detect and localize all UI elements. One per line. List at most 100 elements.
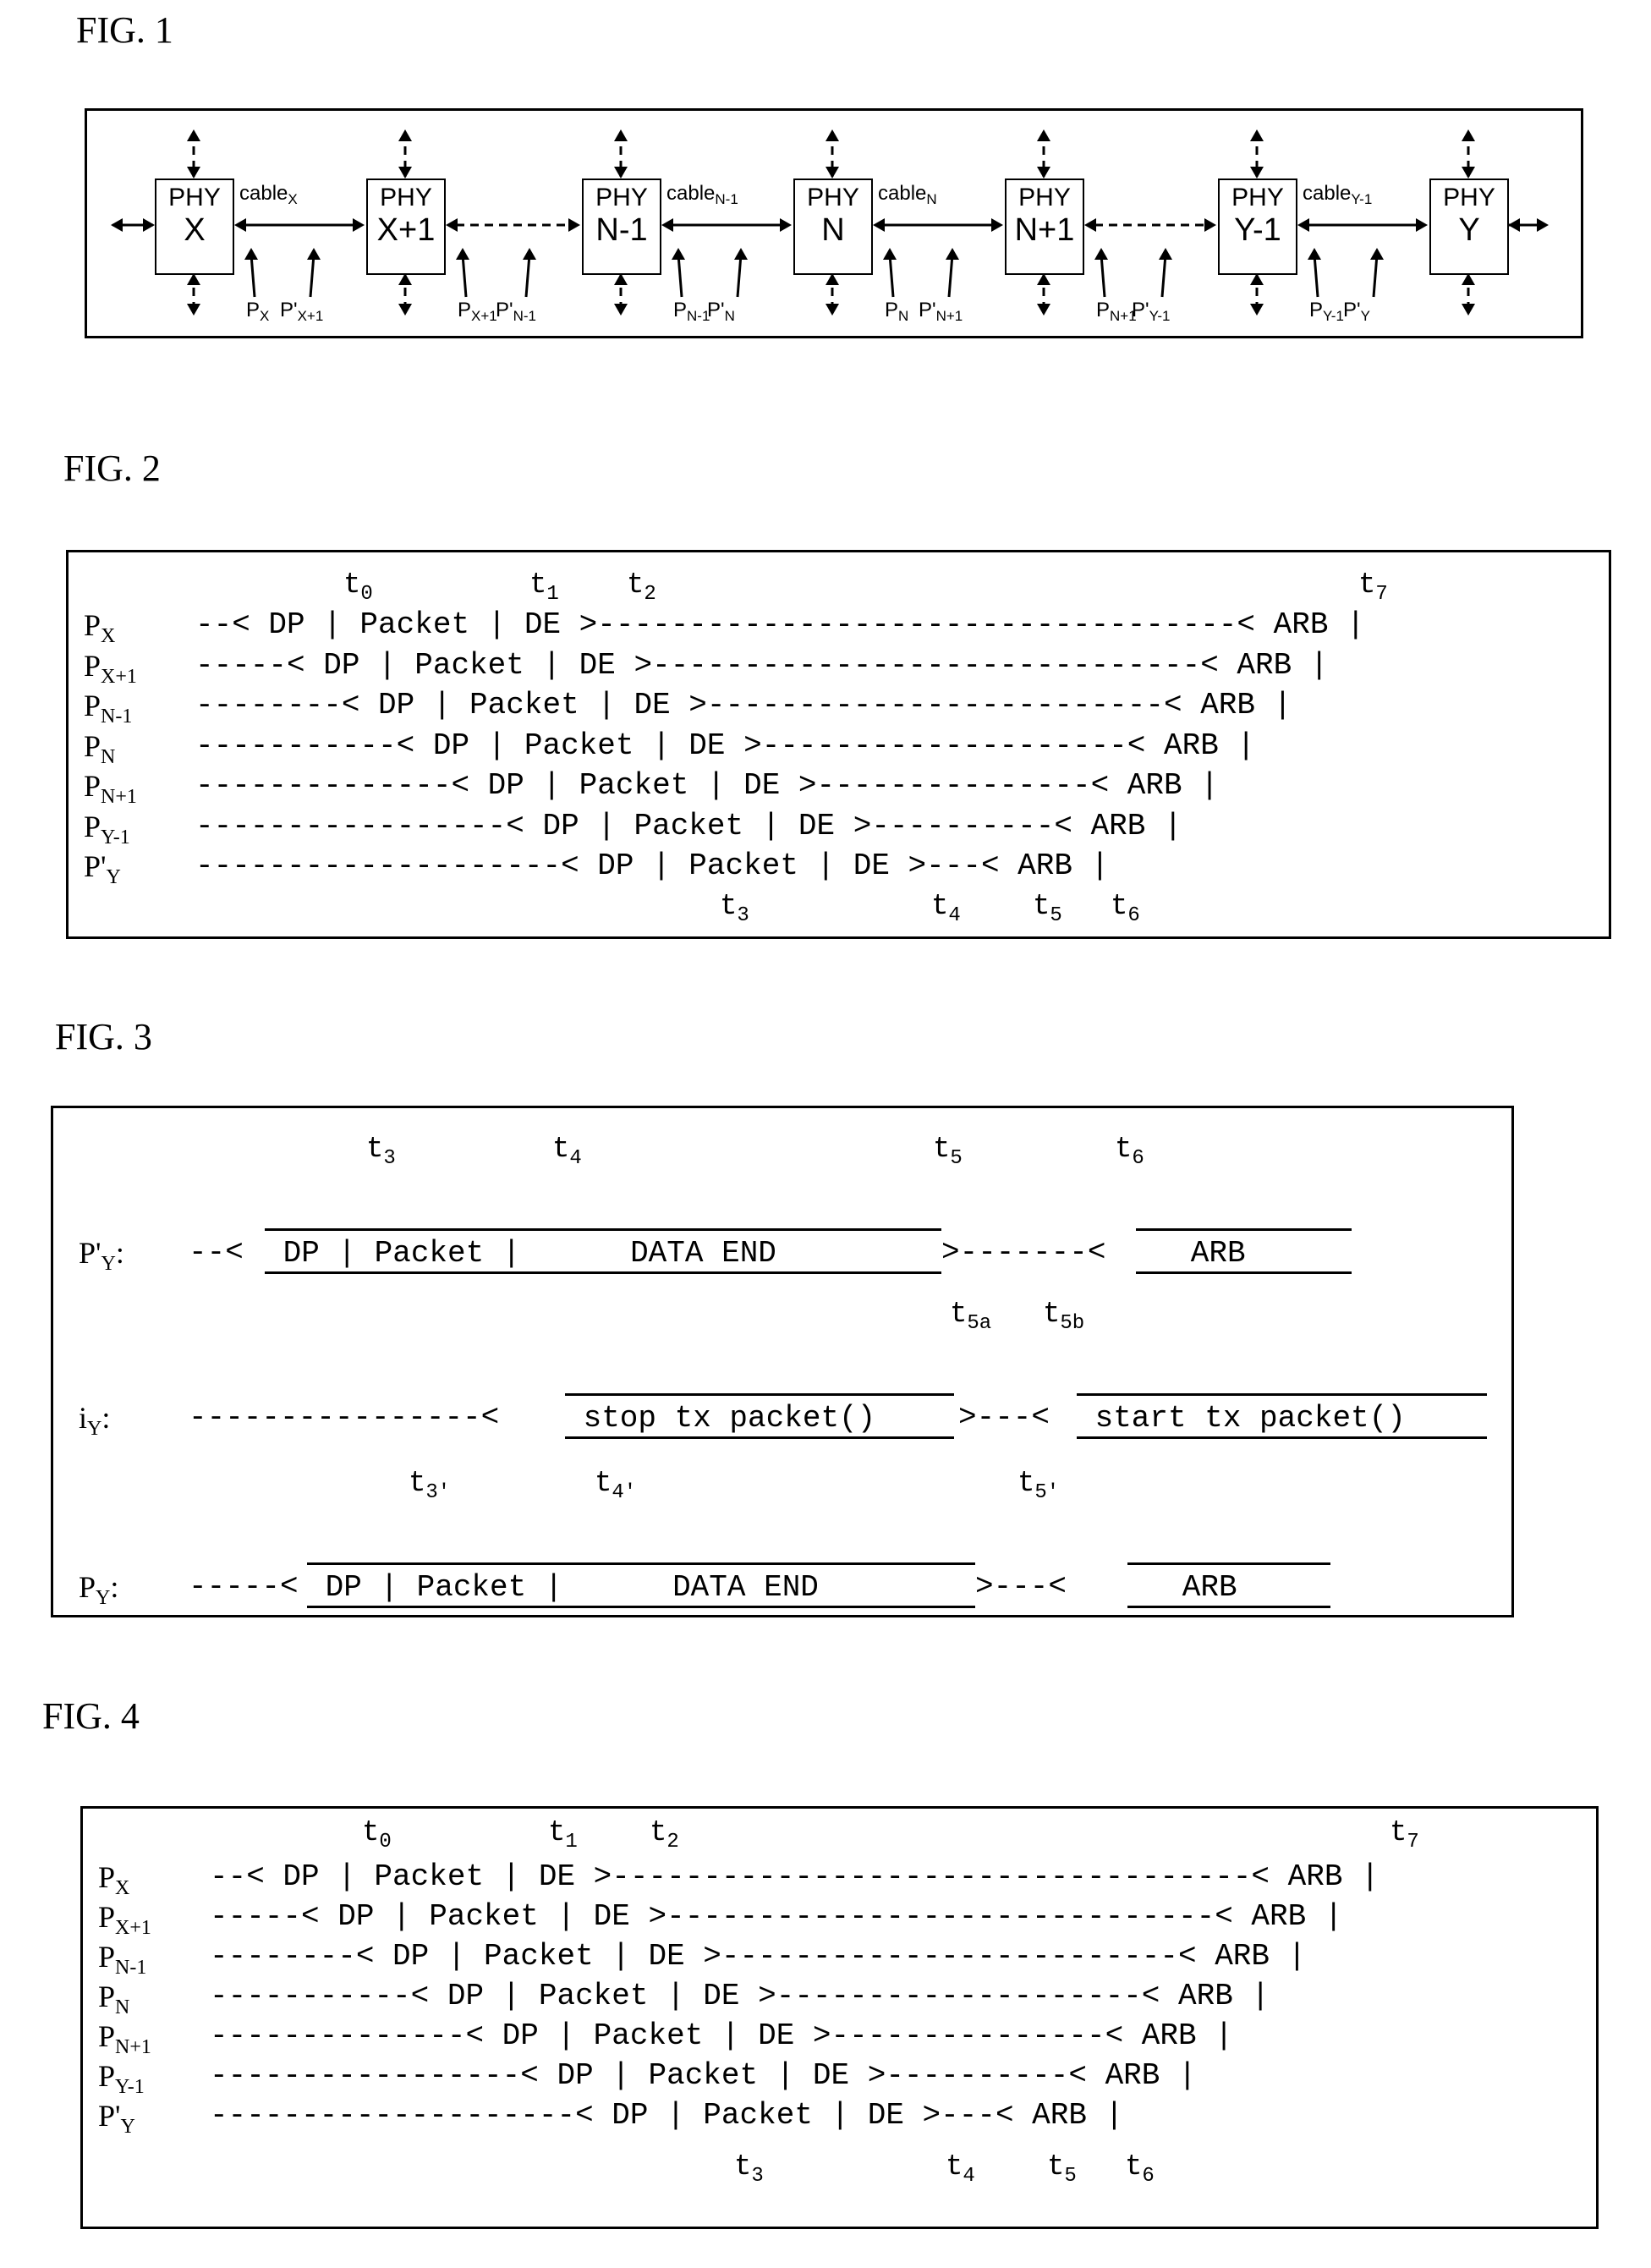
text-subscript: 5b [1060, 1312, 1085, 1335]
arrow-up-icon [1308, 248, 1321, 260]
time-marker: t2 [627, 569, 656, 606]
timeline-segment: start tx packet() [1077, 1401, 1424, 1436]
arrow-up-icon [883, 248, 897, 260]
text-subscript: 7 [1375, 583, 1388, 606]
text-base: P [98, 2019, 116, 2053]
text-base: t [1358, 569, 1376, 601]
timeline-segment: DP | Packet | DATA END [307, 1570, 856, 1605]
arrow-up-icon [523, 248, 536, 260]
text-base: P' [84, 849, 107, 883]
text-base: P' [280, 299, 298, 321]
fig4-label: FIG. 4 [42, 1695, 140, 1737]
arrow-up-icon [1159, 248, 1172, 260]
phy-node-id: N+1 [1014, 212, 1075, 248]
port-pointer [888, 254, 895, 298]
phy-node: PHY X+1 [366, 178, 446, 275]
port-label: P'N+1 [919, 299, 963, 325]
text-base: t [548, 1817, 566, 1849]
text-subscript: N-1 [513, 308, 536, 324]
port-pointer [947, 254, 954, 298]
arrow-up-icon [187, 273, 200, 285]
time-marker: t7 [1358, 569, 1388, 606]
text-subscript: Y [1360, 308, 1370, 324]
text-subscript: Y [96, 1587, 111, 1609]
port-label: PN [885, 299, 908, 325]
timeline-segment: ARB [1127, 1570, 1311, 1605]
text-subscript: 0 [360, 583, 373, 606]
fig1-label: FIG. 1 [76, 9, 173, 51]
signal-label: P'Y [98, 2098, 135, 2139]
arrow-down-icon [826, 304, 839, 316]
text-base: t [1111, 891, 1128, 923]
text-base: cable [666, 182, 716, 205]
timeline-segment: stop tx packet() [565, 1401, 894, 1436]
text-subscript: 4 [569, 1147, 582, 1170]
timeline-lead: -----< [189, 1569, 299, 1604]
text-subscript: N-1 [115, 1957, 147, 1979]
text-subscript: 3 [383, 1147, 396, 1170]
text-subscript: Y-1 [101, 826, 130, 848]
arrow-up-icon [244, 248, 258, 260]
text-subscript: Y-1 [1149, 308, 1171, 324]
timeline-gap: >-------< [941, 1235, 1106, 1270]
text-base: t [650, 1817, 667, 1849]
text-base: P [98, 1980, 116, 2013]
timeline-segment: ARB [1136, 1236, 1319, 1271]
text-base: P [84, 769, 101, 803]
text-base: P [79, 1570, 96, 1604]
text-subscript: 1 [565, 1831, 578, 1853]
arrow-up-icon [456, 248, 469, 260]
phy-node: PHY N+1 [1005, 178, 1084, 275]
timeline-segment-bracket: ARB [1127, 1562, 1330, 1608]
text-base: t [362, 1817, 380, 1849]
text-subscript: X [115, 1877, 130, 1899]
port-pointer [736, 254, 743, 298]
port-label: P'N-1 [496, 299, 536, 325]
arrow-right-icon [991, 218, 1003, 232]
fig1-network-diagram: PHY X PHY X+1 PHY N-1 PHY N PHY N+1 PHY Y-1 PHY Ycabl… [85, 108, 1583, 338]
arrow-up-icon [187, 129, 200, 141]
arrow-up-icon [1250, 273, 1264, 285]
time-marker: t3 [366, 1134, 396, 1170]
time-marker: t3 [720, 891, 749, 927]
phy-node-id: X [184, 212, 206, 248]
text-subscript: 0 [379, 1831, 392, 1853]
text-base: t [720, 891, 738, 923]
port-label: P'Y [1343, 299, 1370, 325]
arrow-left-icon [446, 218, 458, 232]
row-p-prime-y-label: P'Y: [79, 1235, 124, 1276]
phy-node-type: PHY [807, 184, 859, 211]
text-subscript: Y [87, 1418, 102, 1440]
row-i-y-colon: : [101, 1401, 111, 1435]
text-subscript: 5 [1050, 904, 1062, 927]
text-base: t [734, 2151, 752, 2183]
signal-label: PY-1 [98, 2058, 145, 2099]
phy-node-type: PHY [168, 184, 221, 211]
time-marker: t5 [1047, 2151, 1077, 2188]
signal-label: PX [98, 1859, 129, 1900]
text-base: i [79, 1401, 88, 1435]
arrow-up-icon [1037, 129, 1050, 141]
text-base: t [1125, 2151, 1143, 2183]
arrow-up-icon [734, 248, 748, 260]
text-subscript: 3 [751, 2165, 764, 2188]
arrow-right-icon [568, 218, 580, 232]
signal-timeline: -----------< DP | Packet | DE >---------… [210, 1979, 1270, 2013]
text-subscript: X+1 [471, 308, 497, 324]
phy-node: PHY Y [1429, 178, 1509, 275]
text-subscript: Y [106, 866, 121, 888]
arrow-down-icon [1462, 304, 1475, 316]
text-base: t [627, 569, 644, 601]
text-base: cable [239, 182, 288, 205]
cable-label: cableX [239, 182, 298, 208]
arrow-left-icon [1508, 218, 1520, 232]
time-marker: t5a [950, 1299, 991, 1335]
timeline-segment-bracket: DP | Packet | DATA END [265, 1228, 941, 1274]
signal-timeline: --------------< DP | Packet | DE >------… [195, 768, 1219, 803]
arrow-down-icon [614, 304, 628, 316]
phy-node-type: PHY [595, 184, 648, 211]
arrow-down-icon [1037, 167, 1050, 178]
timeline-gap: >---< [958, 1400, 1050, 1435]
port-label: PX+1 [458, 299, 497, 325]
phy-node-type: PHY [1018, 184, 1071, 211]
